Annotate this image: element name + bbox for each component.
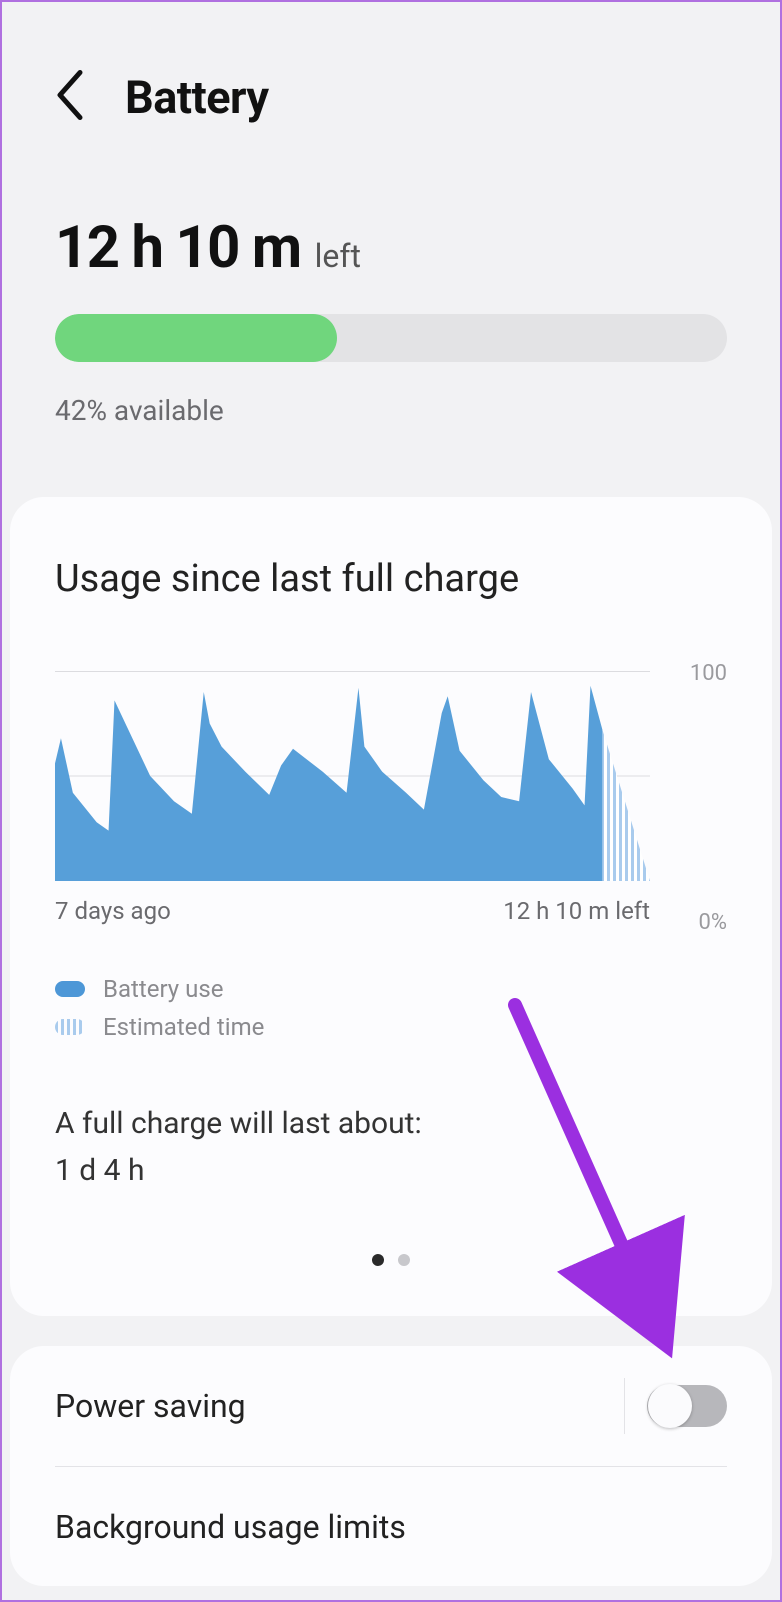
pager-dot[interactable]: [372, 1254, 384, 1266]
power-saving-label: Power saving: [55, 1387, 246, 1425]
usage-chart-svg: [55, 671, 650, 881]
background-usage-limits-row[interactable]: Background usage limits: [55, 1466, 727, 1586]
full-charge-estimate: A full charge will last about: 1 d 4 h: [55, 1101, 727, 1194]
toggle-knob: [648, 1384, 692, 1428]
power-saving-row[interactable]: Power saving: [55, 1346, 727, 1466]
usage-card-title: Usage since last full charge: [55, 557, 727, 601]
page-title: Battery: [125, 71, 269, 124]
background-usage-limits-label: Background usage limits: [55, 1508, 406, 1546]
pager-dot[interactable]: [398, 1254, 410, 1266]
xaxis-left-label: 7 days ago: [55, 897, 171, 925]
legend-estimated: Estimated time: [55, 1013, 727, 1041]
battery-summary: 12 h 10 m left 42% available: [0, 154, 782, 497]
power-saving-toggle[interactable]: [647, 1385, 727, 1427]
xaxis-right-label: 12 h 10 m left: [503, 897, 650, 925]
time-left: 12 h 10 m left: [55, 214, 727, 282]
header: Battery: [0, 0, 782, 154]
time-left-suffix: left: [315, 237, 361, 275]
time-left-value: 12 h 10 m: [55, 214, 301, 282]
pager-dots[interactable]: [55, 1254, 727, 1266]
legend-swatch-solid: [55, 981, 85, 997]
legend-battery-use: Battery use: [55, 975, 727, 1003]
legend-swatch-hatch: [55, 1019, 85, 1035]
battery-progress: [55, 314, 727, 362]
yaxis-bottom-label: 0%: [699, 910, 727, 935]
percent-available: 42% available: [55, 394, 727, 427]
usage-chart[interactable]: 100 0% 7 days ago 12 h 10 m left: [55, 671, 727, 925]
chart-legend: Battery use Estimated time: [55, 975, 727, 1041]
battery-progress-fill: [55, 314, 337, 362]
back-icon[interactable]: [55, 70, 85, 124]
usage-card: Usage since last full charge 100 0% 7 da…: [10, 497, 772, 1316]
xaxis: 7 days ago 12 h 10 m left: [55, 897, 650, 925]
settings-list: Power saving Background usage limits: [10, 1346, 772, 1586]
